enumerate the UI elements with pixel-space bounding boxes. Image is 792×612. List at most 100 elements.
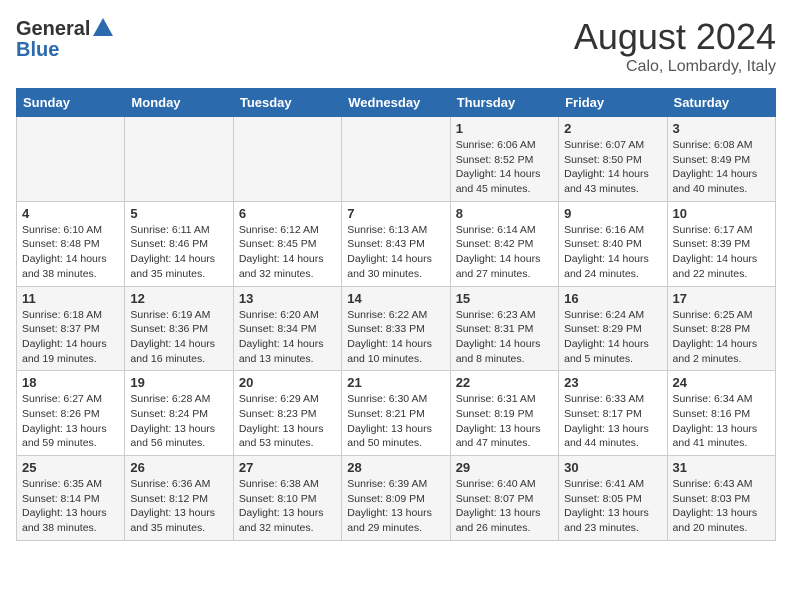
day-header-thursday: Thursday [450,89,558,117]
week-row-5: 25 Sunrise: 6:35 AM Sunset: 8:14 PM Dayli… [17,456,776,541]
day-header-wednesday: Wednesday [342,89,450,117]
calendar-cell [17,117,125,202]
cell-content: Sunrise: 6:41 AM Sunset: 8:05 PM Dayligh… [564,477,661,536]
day-number: 28 [347,460,444,475]
logo-blue-text: Blue [16,39,59,62]
cell-content: Sunrise: 6:23 AM Sunset: 8:31 PM Dayligh… [456,308,553,367]
cell-content: Sunrise: 6:19 AM Sunset: 8:36 PM Dayligh… [130,308,227,367]
cell-content: Sunrise: 6:30 AM Sunset: 8:21 PM Dayligh… [347,392,444,451]
cell-content: Sunrise: 6:43 AM Sunset: 8:03 PM Dayligh… [673,477,770,536]
logo-general-text: General [16,18,90,41]
day-number: 7 [347,206,444,221]
cell-content: Sunrise: 6:24 AM Sunset: 8:29 PM Dayligh… [564,308,661,367]
cell-content: Sunrise: 6:29 AM Sunset: 8:23 PM Dayligh… [239,392,336,451]
calendar-cell: 29Sunrise: 6:40 AM Sunset: 8:07 PM Dayli… [450,456,558,541]
calendar-cell: 17Sunrise: 6:25 AM Sunset: 8:28 PM Dayli… [667,286,775,371]
cell-content: Sunrise: 6:20 AM Sunset: 8:34 PM Dayligh… [239,308,336,367]
day-number: 25 [22,460,119,475]
title-block: August 2024 Calo, Lombardy, Italy [574,16,776,76]
week-row-2: 4 Sunrise: 6:10 AM Sunset: 8:48 PM Daylig… [17,201,776,286]
calendar-cell: 2Sunrise: 6:07 AM Sunset: 8:50 PM Daylig… [559,117,667,202]
calendar-cell: 1 Sunrise: 6:06 AM Sunset: 8:52 PM Daylig… [450,117,558,202]
calendar-cell: 5 Sunrise: 6:11 AM Sunset: 8:46 PM Daylig… [125,201,233,286]
calendar-cell: 10Sunrise: 6:17 AM Sunset: 8:39 PM Dayli… [667,201,775,286]
calendar-cell [233,117,341,202]
day-number: 6 [239,206,336,221]
calendar-cell: 4 Sunrise: 6:10 AM Sunset: 8:48 PM Daylig… [17,201,125,286]
day-number: 1 [456,121,553,136]
cell-content: Sunrise: 6:34 AM Sunset: 8:16 PM Dayligh… [673,392,770,451]
cell-content: Sunrise: 6:06 AM Sunset: 8:52 PM Dayligh… [456,138,553,197]
calendar-cell: 3 Sunrise: 6:08 AM Sunset: 8:49 PM Daylig… [667,117,775,202]
day-number: 20 [239,375,336,390]
calendar-cell: 14 Sunrise: 6:22 AM Sunset: 8:33 PM Dayli… [342,286,450,371]
calendar-cell: 26 Sunrise: 6:36 AM Sunset: 8:12 PM Dayli… [125,456,233,541]
calendar-cell: 28Sunrise: 6:39 AM Sunset: 8:09 PM Dayli… [342,456,450,541]
calendar-cell: 7 Sunrise: 6:13 AM Sunset: 8:43 PM Daylig… [342,201,450,286]
location: Calo, Lombardy, Italy [574,58,776,76]
week-row-3: 11 Sunrise: 6:18 AM Sunset: 8:37 PM Dayli… [17,286,776,371]
logo-icon [92,16,114,43]
day-number: 3 [673,121,770,136]
cell-content: Sunrise: 6:35 AM Sunset: 8:14 PM Dayligh… [22,477,119,536]
cell-content: Sunrise: 6:13 AM Sunset: 8:43 PM Dayligh… [347,223,444,282]
day-header-tuesday: Tuesday [233,89,341,117]
day-header-sunday: Sunday [17,89,125,117]
day-number: 4 [22,206,119,221]
calendar-cell: 13 Sunrise: 6:20 AM Sunset: 8:34 PM Dayli… [233,286,341,371]
cell-content: Sunrise: 6:38 AM Sunset: 8:10 PM Dayligh… [239,477,336,536]
cell-content: Sunrise: 6:16 AM Sunset: 8:40 PM Dayligh… [564,223,661,282]
day-number: 24 [673,375,770,390]
day-number: 22 [456,375,553,390]
calendar-cell: 22Sunrise: 6:31 AM Sunset: 8:19 PM Dayli… [450,371,558,456]
calendar-table: SundayMondayTuesdayWednesdayThursdayFrid… [16,88,776,541]
cell-content: Sunrise: 6:14 AM Sunset: 8:42 PM Dayligh… [456,223,553,282]
day-number: 19 [130,375,227,390]
cell-content: Sunrise: 6:33 AM Sunset: 8:17 PM Dayligh… [564,392,661,451]
calendar-cell: 15 Sunrise: 6:23 AM Sunset: 8:31 PM Dayli… [450,286,558,371]
day-number: 12 [130,291,227,306]
week-row-1: 1 Sunrise: 6:06 AM Sunset: 8:52 PM Daylig… [17,117,776,202]
calendar-cell: 6Sunrise: 6:12 AM Sunset: 8:45 PM Daylig… [233,201,341,286]
cell-content: Sunrise: 6:18 AM Sunset: 8:37 PM Dayligh… [22,308,119,367]
cell-content: Sunrise: 6:11 AM Sunset: 8:46 PM Dayligh… [130,223,227,282]
day-number: 5 [130,206,227,221]
cell-content: Sunrise: 6:17 AM Sunset: 8:39 PM Dayligh… [673,223,770,282]
calendar-cell: 12 Sunrise: 6:19 AM Sunset: 8:36 PM Dayli… [125,286,233,371]
day-number: 11 [22,291,119,306]
day-number: 14 [347,291,444,306]
cell-content: Sunrise: 6:08 AM Sunset: 8:49 PM Dayligh… [673,138,770,197]
day-number: 29 [456,460,553,475]
calendar-cell: 31Sunrise: 6:43 AM Sunset: 8:03 PM Dayli… [667,456,775,541]
cell-content: Sunrise: 6:28 AM Sunset: 8:24 PM Dayligh… [130,392,227,451]
day-number: 13 [239,291,336,306]
cell-content: Sunrise: 6:36 AM Sunset: 8:12 PM Dayligh… [130,477,227,536]
day-number: 18 [22,375,119,390]
calendar-cell: 18Sunrise: 6:27 AM Sunset: 8:26 PM Dayli… [17,371,125,456]
day-number: 15 [456,291,553,306]
day-number: 30 [564,460,661,475]
calendar-cell: 23Sunrise: 6:33 AM Sunset: 8:17 PM Dayli… [559,371,667,456]
cell-content: Sunrise: 6:25 AM Sunset: 8:28 PM Dayligh… [673,308,770,367]
day-header-monday: Monday [125,89,233,117]
day-number: 26 [130,460,227,475]
day-number: 8 [456,206,553,221]
day-number: 27 [239,460,336,475]
calendar-cell: 21Sunrise: 6:30 AM Sunset: 8:21 PM Dayli… [342,371,450,456]
cell-content: Sunrise: 6:10 AM Sunset: 8:48 PM Dayligh… [22,223,119,282]
cell-content: Sunrise: 6:07 AM Sunset: 8:50 PM Dayligh… [564,138,661,197]
cell-content: Sunrise: 6:22 AM Sunset: 8:33 PM Dayligh… [347,308,444,367]
day-number: 16 [564,291,661,306]
month-year: August 2024 [574,16,776,58]
calendar-cell: 19 Sunrise: 6:28 AM Sunset: 8:24 PM Dayli… [125,371,233,456]
day-number: 9 [564,206,661,221]
calendar-cell [125,117,233,202]
day-header-friday: Friday [559,89,667,117]
logo: General Blue [16,16,114,62]
day-header-saturday: Saturday [667,89,775,117]
calendar-cell: 9 Sunrise: 6:16 AM Sunset: 8:40 PM Daylig… [559,201,667,286]
calendar-cell: 30 Sunrise: 6:41 AM Sunset: 8:05 PM Dayli… [559,456,667,541]
calendar-cell: 16 Sunrise: 6:24 AM Sunset: 8:29 PM Dayli… [559,286,667,371]
calendar-cell: 11 Sunrise: 6:18 AM Sunset: 8:37 PM Dayli… [17,286,125,371]
calendar-cell: 27 Sunrise: 6:38 AM Sunset: 8:10 PM Dayli… [233,456,341,541]
